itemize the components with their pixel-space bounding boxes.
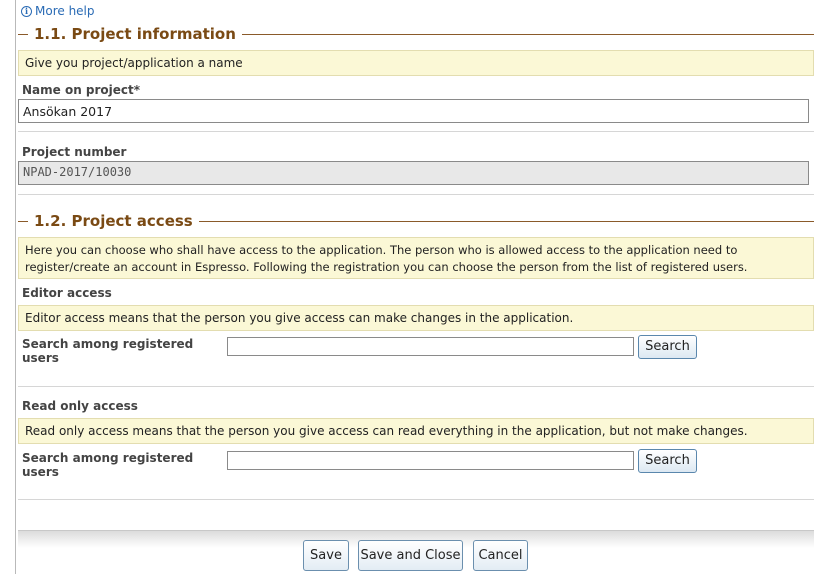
section-title: 1.2. Project access (34, 212, 193, 230)
info-icon: i (21, 5, 32, 17)
info-text: Editor access means that the person you … (25, 311, 574, 325)
info-text: Here you can choose who shall have acces… (25, 243, 748, 274)
more-help-label: More help (35, 4, 95, 18)
read-only-search-input[interactable] (227, 451, 634, 470)
read-only-search-button[interactable]: Search (638, 449, 697, 473)
name-on-project-label: Name on project* (22, 83, 141, 97)
info-text: Give you project/application a name (25, 56, 243, 70)
save-and-close-button[interactable]: Save and Close (358, 540, 463, 571)
project-number-label: Project number (22, 145, 127, 159)
divider (18, 194, 814, 195)
editor-search-label: Search among registered users (22, 337, 194, 365)
header-line (198, 220, 814, 222)
section-project-information: 1.1. Project information (18, 25, 814, 43)
name-on-project-input[interactable] (18, 99, 809, 123)
divider (18, 386, 814, 387)
editor-access-label: Editor access (22, 286, 112, 300)
info-box-read-only-access: Read only access means that the person y… (18, 418, 814, 444)
project-number-field: NPAD-2017/10030 (18, 161, 809, 185)
save-button[interactable]: Save (303, 540, 349, 571)
read-only-search-label: Search among registered users (22, 451, 194, 479)
divider (18, 499, 814, 500)
cancel-button[interactable]: Cancel (473, 540, 528, 571)
header-dash (18, 220, 28, 222)
header-dash (18, 33, 28, 35)
info-text: Read only access means that the person y… (25, 424, 748, 438)
read-only-access-label: Read only access (22, 399, 138, 413)
section-project-access: 1.2. Project access (18, 212, 814, 230)
editor-search-button[interactable]: Search (638, 335, 697, 359)
section-title: 1.1. Project information (34, 25, 236, 43)
form-page: i More help 1.1. Project information Giv… (15, 0, 814, 574)
divider (18, 131, 814, 132)
header-line (241, 33, 814, 35)
info-box-project-name: Give you project/application a name (18, 50, 814, 76)
info-box-project-access: Here you can choose who shall have acces… (18, 237, 814, 279)
info-box-editor-access: Editor access means that the person you … (18, 305, 814, 331)
more-help-link[interactable]: i More help (21, 4, 95, 18)
editor-search-input[interactable] (227, 337, 634, 356)
